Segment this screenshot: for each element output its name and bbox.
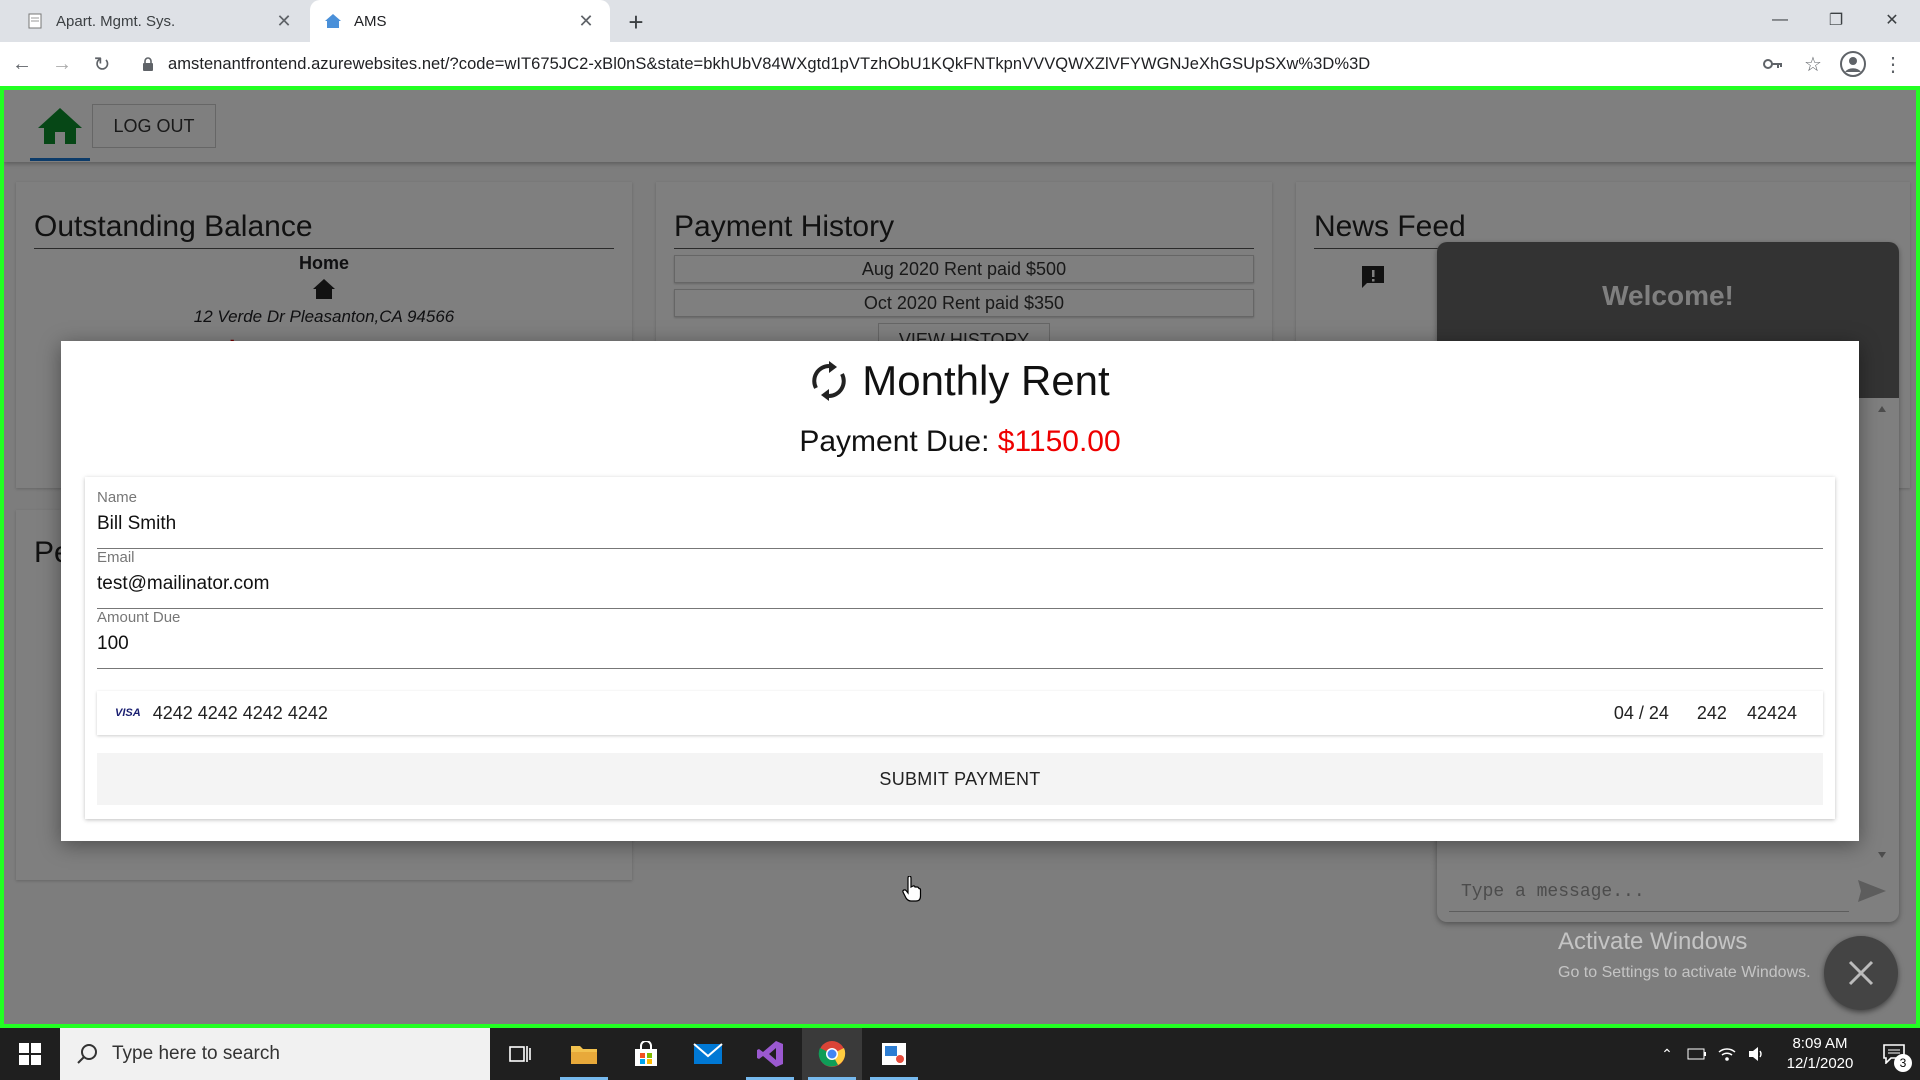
payment-due: Payment Due: $1150.00 <box>61 425 1859 459</box>
clock-time: 8:09 AM <box>1792 1035 1848 1052</box>
watermark-line2: Go to Settings to activate Windows. <box>1558 964 1811 981</box>
system-tray: ⌃ 8:09 AM 12/1/2020 3 <box>1652 1028 1920 1080</box>
visa-brand-icon: VISA <box>115 707 141 719</box>
tab-title: Apart. Mgmt. Sys. <box>56 12 176 30</box>
close-chat-button[interactable] <box>1824 936 1898 1010</box>
email-field[interactable]: Email test@mailinator.com <box>97 549 1823 609</box>
watermark-line1: Activate Windows <box>1558 928 1748 955</box>
search-placeholder: Type here to search <box>112 1043 280 1064</box>
amount-due-field[interactable]: Amount Due 100 <box>97 609 1823 669</box>
chevron-up-icon[interactable]: ⌃ <box>1652 1028 1682 1080</box>
windows-start-icon[interactable] <box>0 1028 60 1080</box>
tab-ams[interactable]: AMS ✕ <box>310 0 610 42</box>
close-tab-icon[interactable]: ✕ <box>576 11 596 31</box>
name-value[interactable]: Bill Smith <box>97 513 176 535</box>
forward-arrow-icon[interactable]: → <box>44 46 80 82</box>
window-controls: — ❐ ✕ <box>1752 0 1920 40</box>
profile-avatar-icon[interactable] <box>1836 46 1870 82</box>
visual-studio-icon[interactable] <box>740 1028 800 1080</box>
email-value[interactable]: test@mailinator.com <box>97 573 269 595</box>
action-center-icon[interactable]: 3 <box>1868 1028 1920 1080</box>
system-clock[interactable]: 8:09 AM 12/1/2020 <box>1772 1034 1868 1074</box>
page-viewport: LOG OUT Outstanding Balance Home 12 Verd… <box>0 86 1920 1028</box>
volume-icon[interactable] <box>1742 1028 1772 1080</box>
minimize-icon[interactable]: — <box>1752 0 1808 40</box>
activate-windows-watermark: Activate Windows Go to Settings to activ… <box>1558 928 1811 982</box>
chrome-icon[interactable] <box>802 1028 862 1080</box>
store-icon[interactable] <box>616 1028 676 1080</box>
restore-icon[interactable]: ❐ <box>1808 0 1864 40</box>
close-window-icon[interactable]: ✕ <box>1864 0 1920 40</box>
browser-toolbar: ← → ↻ amstenantfrontend.azurewebsites.ne… <box>0 42 1920 86</box>
hand-cursor-icon <box>902 875 922 907</box>
taskbar-search[interactable]: Type here to search <box>60 1028 490 1080</box>
notification-badge: 3 <box>1894 1054 1912 1072</box>
close-tab-icon[interactable]: ✕ <box>274 11 294 31</box>
mail-icon[interactable] <box>678 1028 738 1080</box>
house-favicon-icon <box>324 12 342 30</box>
file-explorer-icon[interactable] <box>554 1028 614 1080</box>
back-arrow-icon[interactable]: ← <box>4 46 40 82</box>
address-bar[interactable]: amstenantfrontend.azurewebsites.net/?cod… <box>142 48 1762 80</box>
menu-dots-icon[interactable]: ⋮ <box>1876 46 1910 82</box>
card-expiry-input[interactable]: 04 / 24 <box>1614 703 1669 724</box>
url-text: amstenantfrontend.azurewebsites.net/?cod… <box>168 54 1371 73</box>
lock-icon <box>142 57 154 71</box>
toolbar-actions: ☆ ⋮ <box>1756 46 1910 82</box>
name-label: Name <box>97 489 138 506</box>
document-icon <box>26 12 44 30</box>
tab-apart-mgmt[interactable]: Apart. Mgmt. Sys. ✕ <box>12 0 308 42</box>
modal-title-text: Monthly Rent <box>862 357 1110 404</box>
tab-strip: Apart. Mgmt. Sys. ✕ AMS ✕ + — ❐ ✕ <box>0 0 1920 42</box>
wifi-icon[interactable] <box>1712 1028 1742 1080</box>
task-view-icon[interactable] <box>490 1028 550 1080</box>
search-icon <box>76 1043 98 1065</box>
key-icon[interactable] <box>1756 46 1790 82</box>
card-element[interactable]: VISA 4242 4242 4242 4242 04 / 24 242 424… <box>97 691 1823 735</box>
amount-due-value[interactable]: 100 <box>97 633 129 655</box>
card-cvc-input[interactable]: 242 <box>1697 703 1727 724</box>
recurring-sync-icon <box>810 361 848 401</box>
battery-icon[interactable] <box>1682 1028 1712 1080</box>
card-zip-input[interactable]: 42424 <box>1747 703 1797 724</box>
payment-due-amount: $1150.00 <box>997 425 1121 458</box>
snipping-tool-icon[interactable] <box>864 1028 924 1080</box>
payment-modal: Monthly Rent Payment Due: $1150.00 Name … <box>61 341 1859 841</box>
star-icon[interactable]: ☆ <box>1796 46 1830 82</box>
reload-icon[interactable]: ↻ <box>84 46 120 82</box>
windows-taskbar: Type here to search ⌃ 8:09 AM 12/1/2020 <box>0 1028 1920 1080</box>
clock-date: 12/1/2020 <box>1786 1055 1854 1072</box>
close-icon <box>1848 960 1874 986</box>
new-tab-icon[interactable]: + <box>622 7 650 37</box>
modal-title: Monthly Rent <box>61 357 1859 405</box>
card-number-input[interactable]: 4242 4242 4242 4242 <box>153 703 1614 724</box>
name-field[interactable]: Name Bill Smith <box>97 489 1823 549</box>
submit-payment-button[interactable]: SUBMIT PAYMENT <box>97 753 1823 805</box>
email-label: Email <box>97 549 135 566</box>
payment-form: Name Bill Smith Email test@mailinator.co… <box>85 477 1835 819</box>
tab-title: AMS <box>354 12 387 30</box>
payment-due-label: Payment Due: <box>799 425 990 458</box>
amount-due-label: Amount Due <box>97 609 181 626</box>
